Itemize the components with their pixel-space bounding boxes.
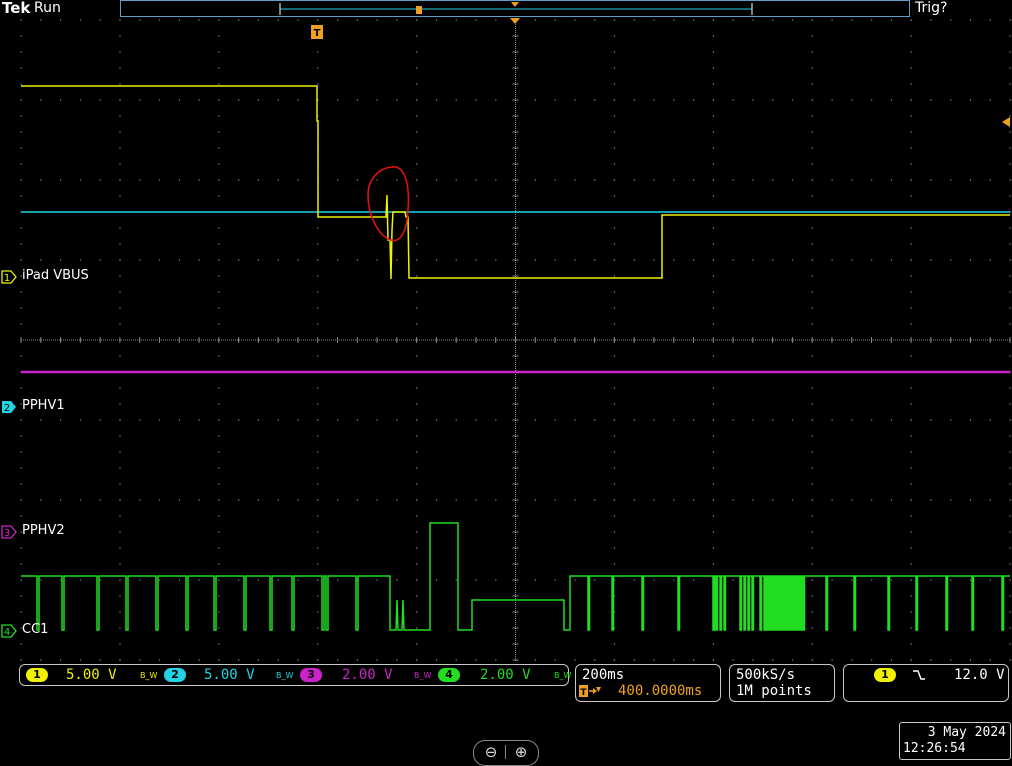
trigger-level: 12.0 V: [954, 667, 1005, 683]
vertical-settings-box[interactable]: 1 5.00 V B_W 2 5.00 V B_W 3 2.00 V B_W 4…: [19, 664, 572, 686]
zoom-control[interactable]: ⊖ ⊕: [473, 740, 539, 766]
ch3-bandwidth-limit-icon: B_W: [414, 671, 432, 680]
ch1-bandwidth-limit-icon: B_W: [140, 671, 158, 680]
record-position-bracket[interactable]: [279, 2, 753, 15]
ch2-scale-pill[interactable]: 2: [164, 668, 186, 682]
ch3-scale: 2.00 V: [342, 667, 393, 683]
waveform-display: T: [20, 2, 1011, 661]
trigger-position-marker[interactable]: T: [311, 25, 323, 39]
trigger-source-pill[interactable]: 1: [874, 668, 896, 682]
ch4-label: CC1: [22, 622, 49, 637]
svg-text:T: T: [580, 688, 587, 698]
horizontal-settings-box[interactable]: 200ms T 400.0000ms: [575, 664, 721, 702]
ch4-bandwidth-limit-icon: B_W: [554, 671, 572, 680]
ch3-label: PPHV2: [22, 523, 65, 538]
acquisition-settings-box[interactable]: 500kS/s 1M points: [729, 664, 835, 702]
svg-text:1: 1: [4, 273, 10, 284]
datetime-box: 3 May 2024 12:26:54: [899, 722, 1011, 760]
horizontal-delay: 400.0000ms: [618, 683, 703, 699]
graticule: [20, 19, 1011, 661]
oscilloscope-screen: Tek Run Trig? T 1 iPad VBUS 2 PPHV1 3 PP…: [0, 0, 1012, 766]
center-marker: [510, 18, 520, 24]
ch3-scale-pill[interactable]: 3: [300, 668, 322, 682]
trigger-settings-box[interactable]: 1 12.0 V: [843, 664, 1009, 702]
time-per-division: 200ms: [582, 667, 625, 683]
ch4-ground-marker[interactable]: 4: [1, 624, 17, 638]
ch4-scale-pill[interactable]: 4: [438, 668, 460, 682]
date: 3 May 2024: [927, 725, 1006, 740]
ch2-ground-marker[interactable]: 2: [1, 400, 17, 414]
ch1-label: iPad VBUS: [22, 268, 89, 283]
ch3-ground-marker[interactable]: 3: [1, 525, 17, 539]
ch2-scale: 5.00 V: [204, 667, 255, 683]
ch1-scale: 5.00 V: [66, 667, 117, 683]
ch1-scale-pill[interactable]: 1: [26, 668, 48, 682]
record-length: 1M points: [736, 683, 812, 699]
ch1-ground-marker[interactable]: 1: [1, 270, 17, 284]
svg-text:3: 3: [4, 528, 10, 539]
sample-rate: 500kS/s: [736, 667, 796, 683]
zoom-out-icon[interactable]: ⊖: [480, 742, 502, 762]
trigger-delay-icon: T: [579, 685, 601, 698]
zoom-divider: [505, 745, 506, 759]
svg-text:2: 2: [4, 403, 10, 414]
zoom-in-icon[interactable]: ⊕: [510, 742, 532, 762]
trigger-level-marker[interactable]: [1002, 117, 1010, 127]
ch2-label: PPHV1: [22, 398, 65, 413]
svg-text:4: 4: [4, 627, 10, 638]
time: 12:26:54: [903, 741, 966, 756]
falling-edge-icon: [913, 670, 925, 680]
ch2-bandwidth-limit-icon: B_W: [276, 671, 294, 680]
svg-text:T: T: [314, 28, 321, 39]
ch4-scale: 2.00 V: [480, 667, 531, 683]
